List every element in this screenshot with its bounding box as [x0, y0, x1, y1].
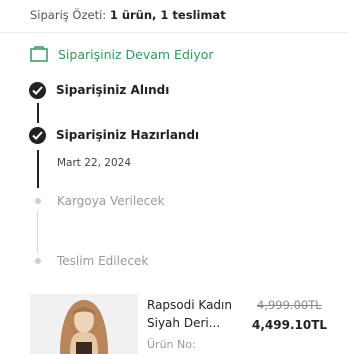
step-pending-dot — [35, 198, 41, 204]
product-image[interactable] — [30, 294, 138, 354]
product-name-line1: Rapsodi Kadın — [147, 298, 232, 312]
step-done-check-icon — [29, 127, 46, 144]
order-status-text: Siparişiniz Devam Ediyor — [58, 46, 214, 62]
step-received-label: Siparişiniz Alındı — [56, 83, 170, 97]
order-status: Siparişiniz Devam Ediyor — [30, 46, 214, 62]
order-summary-label: Sipariş Özeti: — [30, 8, 107, 22]
step-shipping-label: Kargoya Verilecek — [57, 194, 165, 208]
timeline-connector — [37, 210, 38, 254]
product-name[interactable]: Rapsodi Kadın Siyah Deri... — [147, 296, 232, 332]
step-prepared-label: Siparişiniz Hazırlandı — [56, 128, 200, 142]
product-new-price: 4,499.10TL — [252, 318, 328, 332]
order-summary: Sipariş Özeti: 1 ürün, 1 teslimat — [30, 8, 226, 22]
step-delivery-label: Teslim Edilecek — [57, 254, 149, 268]
step-done-check-icon — [29, 82, 46, 99]
order-summary-value: 1 ürün, 1 teslimat — [109, 8, 226, 22]
timeline-connector — [37, 103, 39, 123]
product-name-line2: Siyah Deri... — [147, 316, 221, 330]
step-prepared-date: Mart 22, 2024 — [57, 157, 132, 169]
timeline-connector — [37, 150, 39, 188]
step-pending-dot — [35, 258, 41, 264]
divider — [0, 32, 350, 33]
product-old-price: 4,999.00TL — [257, 298, 322, 312]
product-number-label: Ürün No: — [147, 338, 196, 351]
package-icon — [30, 46, 48, 62]
